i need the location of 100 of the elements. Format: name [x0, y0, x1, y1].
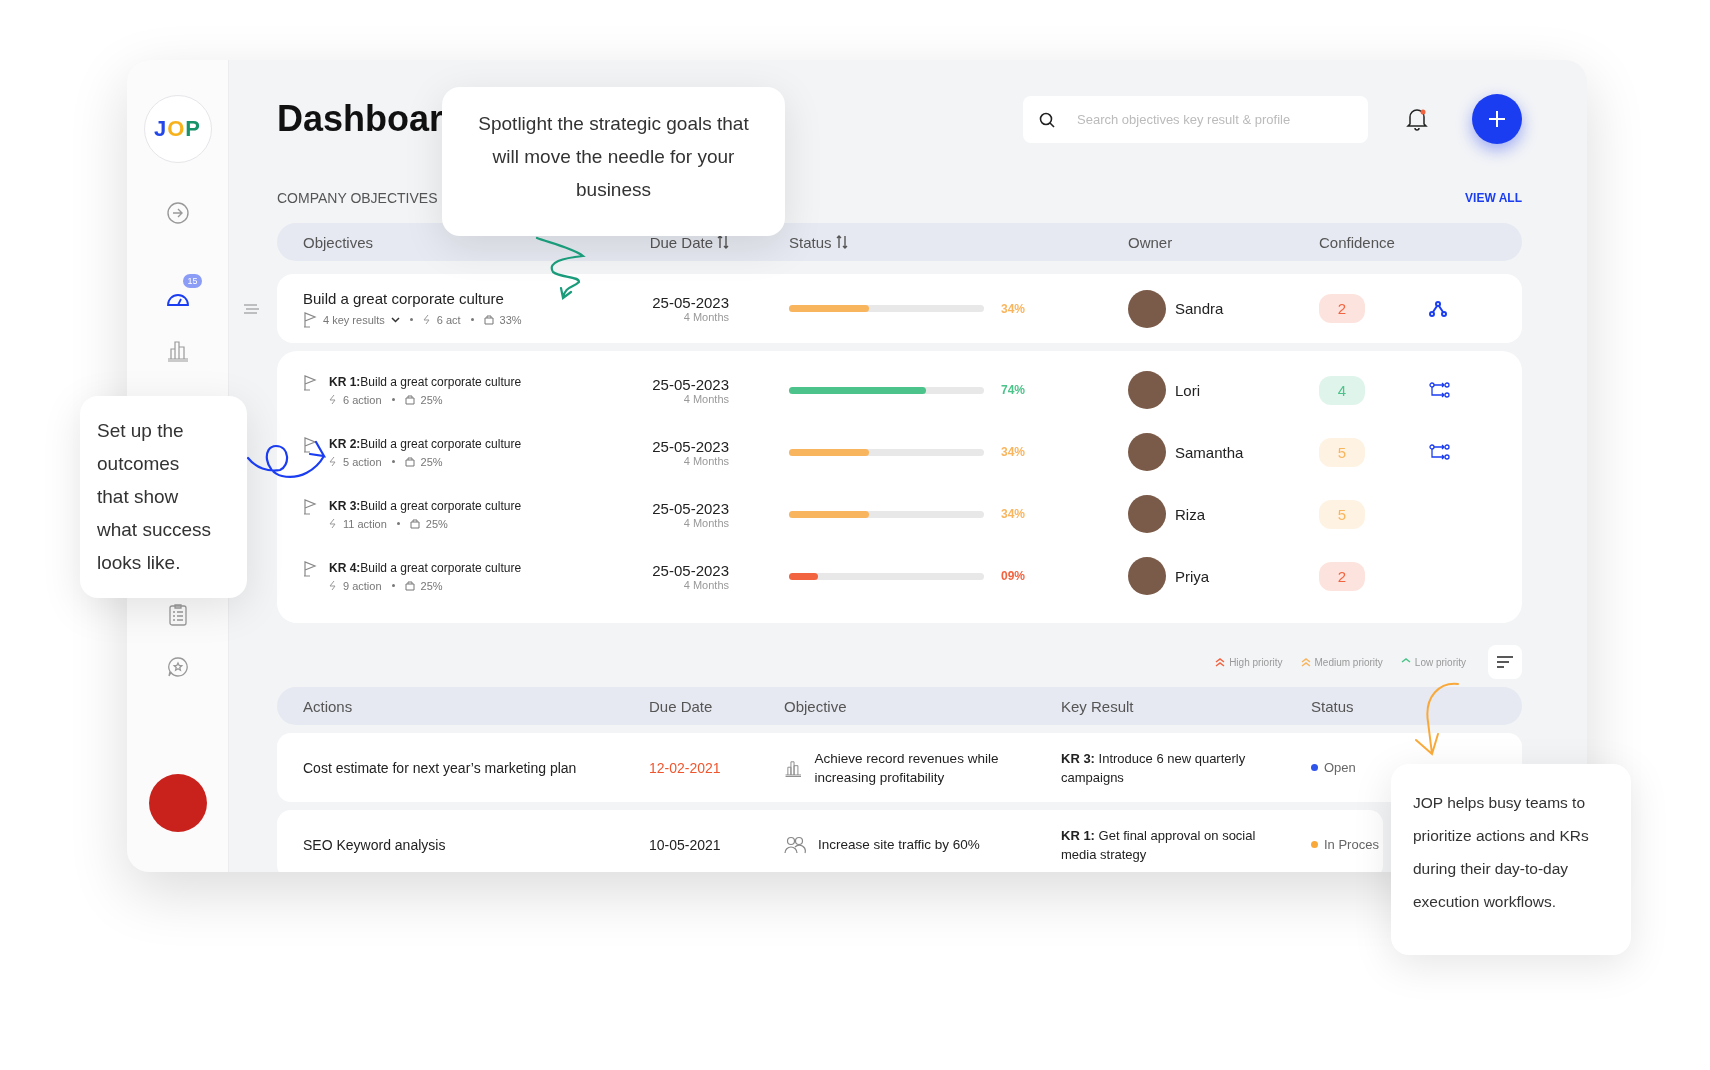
bell-icon[interactable] — [1406, 107, 1428, 131]
avatar-photo-placeholder — [1128, 557, 1166, 595]
callout-tooltip: Spotlight the strategic goals that will move the needle for your business — [442, 87, 785, 236]
bag-icon — [404, 456, 415, 467]
view-all-link[interactable]: VIEW ALL — [1465, 191, 1522, 205]
avatar-photo-placeholder — [1128, 371, 1166, 409]
objective-text: Increase site traffic by 60% — [818, 836, 980, 854]
key-result-title: KR 3:Build a great corporate culture — [329, 498, 522, 513]
status-text: Open — [1324, 760, 1356, 775]
action-row[interactable]: SEO Keyword analysis 10-05-2021 Increase site traffic by 60% KR 1: Get final approval on social media strategy In Proces — [277, 810, 1383, 872]
duration-text: 4 Months — [683, 392, 729, 405]
column-header: Key Result — [1061, 697, 1134, 715]
column-header: Due Date — [649, 233, 713, 251]
actions-count: 5 action — [343, 455, 382, 468]
key-result-text: KR 3: Introduce 6 new quarterly campaigns — [1061, 749, 1247, 787]
squiggle-arrow-drawing — [535, 236, 587, 302]
progress-text: 25% — [420, 579, 443, 592]
owner-name: Priya — [1175, 567, 1210, 585]
due-date: 25-05-2023 — [652, 499, 729, 517]
objective-text: Achieve record revenues while increasing profitability — [814, 749, 1000, 787]
lightning-icon — [422, 314, 431, 325]
column-header: Status — [1311, 697, 1354, 715]
separator-dot — [391, 460, 395, 463]
bag-icon — [404, 580, 415, 591]
due-date: 10-05-2021 — [649, 836, 722, 853]
flag-icon — [303, 374, 317, 391]
chevron-down-icon[interactable] — [390, 316, 400, 323]
lightning-icon — [329, 580, 337, 591]
progress-percent: 09% — [1001, 569, 1026, 583]
legend-label: High priority — [1229, 656, 1283, 668]
actions-count: 6 act — [436, 313, 461, 326]
section-title: COMPANY OBJECTIVES — [277, 190, 438, 206]
flag-icon — [303, 311, 317, 328]
avatar-photo-placeholder — [1128, 433, 1166, 471]
plus-icon — [1487, 109, 1507, 129]
objective-name: Build a great corporate culture — [303, 289, 505, 307]
legend-label: Low priority — [1414, 656, 1466, 668]
duration-text: 4 Months — [683, 311, 729, 323]
column-header: Objectives — [303, 233, 374, 251]
user-avatar[interactable] — [148, 774, 207, 832]
logo: JOP — [143, 95, 212, 163]
progress-percent: 34% — [1001, 445, 1026, 459]
owner-name: Lori — [1175, 381, 1200, 399]
owner-name: Sandra — [1175, 300, 1224, 317]
chat-icon[interactable] — [166, 656, 189, 678]
bag-icon — [483, 314, 494, 325]
flag-icon — [303, 560, 317, 577]
page-title: Dashboar — [277, 98, 444, 140]
bag-icon — [404, 394, 415, 405]
search-field[interactable]: Search objectives key result & profile — [1023, 95, 1368, 143]
add-button[interactable] — [1472, 94, 1522, 144]
confidence-badge: 4 — [1319, 375, 1365, 405]
due-date: 25-05-2023 — [652, 375, 729, 393]
lightning-icon — [329, 456, 337, 467]
key-result-title: KR 2:Build a great corporate culture — [329, 436, 522, 451]
key-result-title: KR 4:Build a great corporate culture — [329, 560, 522, 575]
confidence-badge: 5 — [1319, 499, 1365, 529]
bag-icon — [409, 518, 420, 529]
progress-text: 25% — [420, 393, 443, 406]
column-header: Objective — [784, 697, 847, 715]
flow-icon[interactable] — [1429, 382, 1451, 398]
sort-icon[interactable] — [717, 235, 729, 249]
flow-icon[interactable] — [1429, 444, 1451, 460]
separator-dot — [391, 584, 395, 587]
lightning-icon — [329, 394, 337, 405]
action-name: SEO Keyword analysis — [303, 836, 447, 853]
progress-text: 25% — [425, 517, 448, 530]
column-header: Actions — [303, 697, 353, 715]
owner-name: Samantha — [1175, 443, 1244, 461]
clipboard-icon[interactable] — [167, 603, 188, 627]
filter-button[interactable] — [1488, 645, 1522, 679]
confidence-badge: 2 — [1319, 294, 1365, 323]
column-header: Due Date — [649, 697, 713, 715]
callout-tooltip: Set up the outcomes that show what success looks like. — [80, 396, 247, 598]
arrow-right-icon[interactable] — [165, 201, 190, 225]
due-date: 25-05-2023 — [652, 294, 729, 311]
filter-icon — [1496, 655, 1514, 669]
progress-percent: 34% — [1001, 301, 1026, 316]
search-icon — [1039, 111, 1055, 128]
separator-dot — [396, 522, 400, 525]
progress-percent: 74% — [1001, 383, 1026, 397]
key-results-count: 4 key results — [323, 313, 385, 326]
due-date: 25-05-2023 — [652, 437, 729, 455]
column-header: Owner — [1128, 233, 1173, 251]
lightning-icon — [329, 518, 337, 529]
flag-icon — [303, 436, 317, 453]
duration-text: 4 Months — [683, 454, 729, 467]
separator-dot — [391, 398, 395, 401]
duration-text: 4 Months — [683, 516, 729, 529]
confidence-badge: 5 — [1319, 437, 1365, 467]
hierarchy-icon[interactable] — [1429, 300, 1447, 317]
building-chart-icon — [165, 338, 190, 362]
actions-count: 9 action — [343, 579, 382, 592]
action-name: Cost estimate for next year’s marketing plan — [303, 759, 578, 776]
sort-icon[interactable] — [835, 235, 848, 249]
people-icon — [784, 835, 806, 854]
objective-row[interactable]: Build a great corporate culture 4 key results 6 act 33% 25-05-2023 4 Months 34% Sandra 2 — [277, 274, 1522, 343]
progress-percent: 34% — [1001, 507, 1026, 521]
key-result-title: KR 1:Build a great corporate culture — [329, 374, 522, 389]
column-header: Confidence — [1319, 233, 1395, 251]
